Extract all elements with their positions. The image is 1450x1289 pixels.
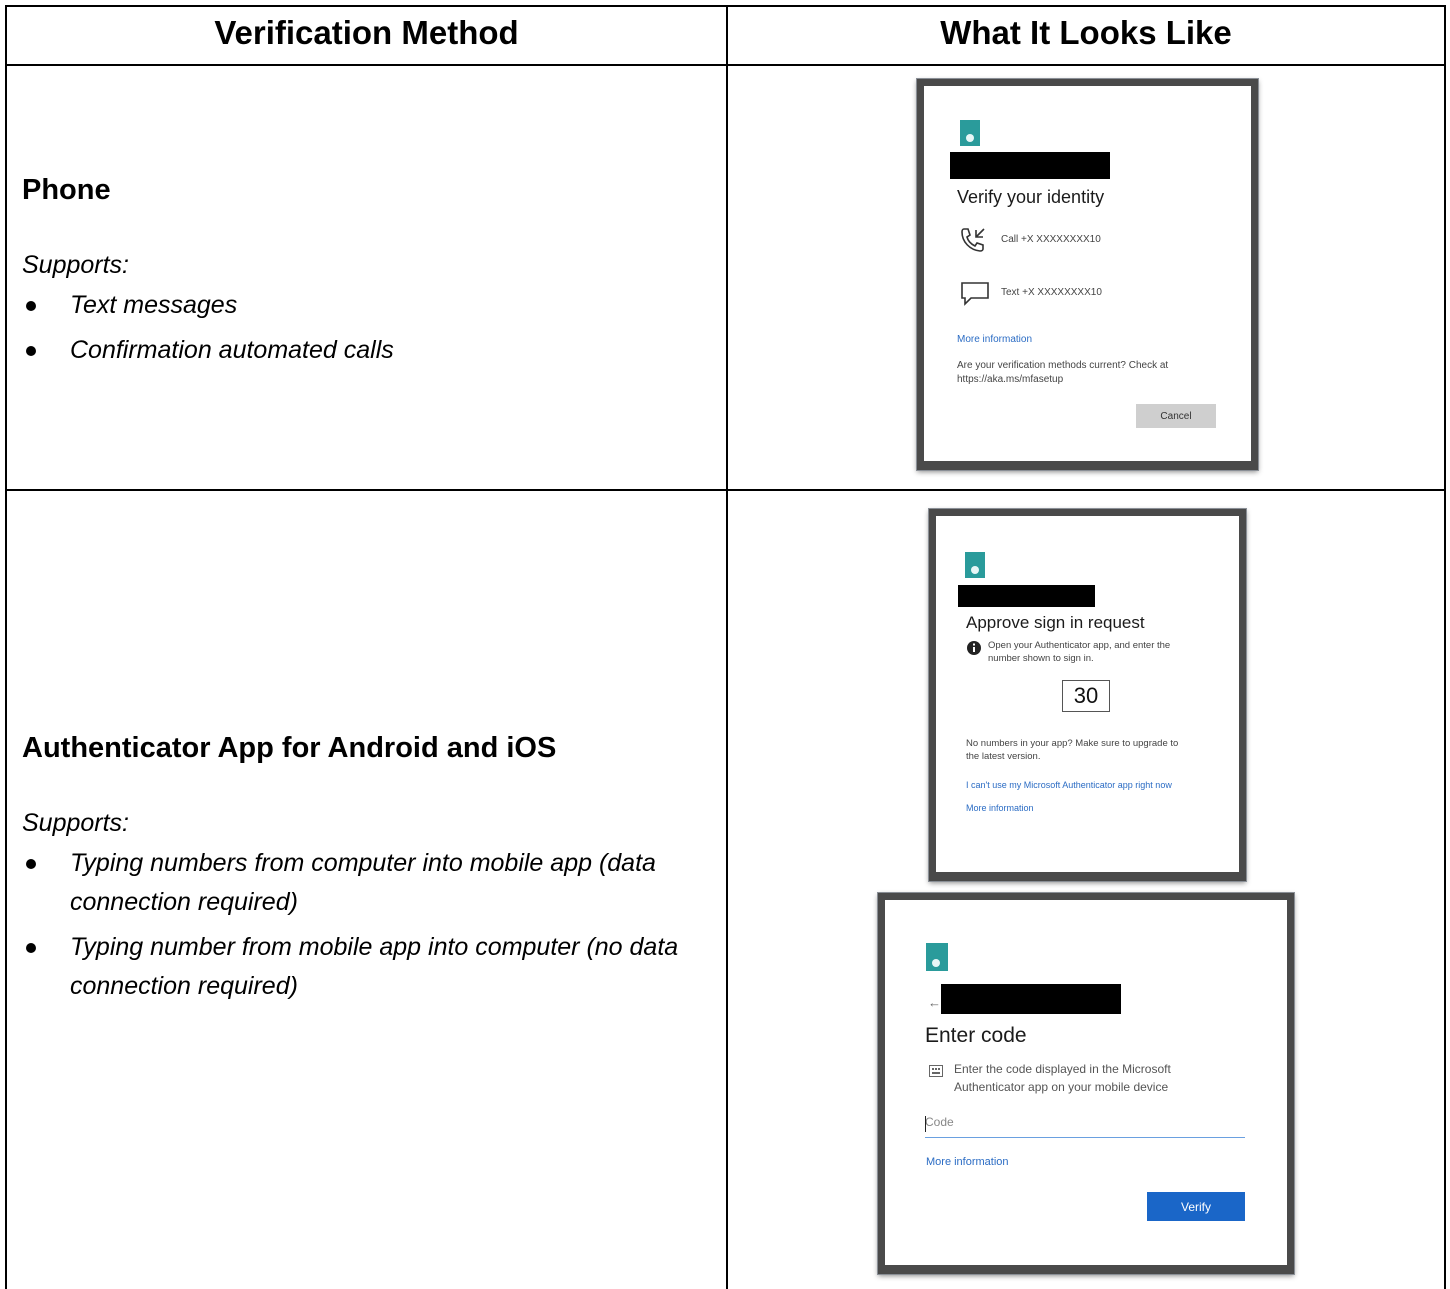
redacted-account-bar — [958, 585, 1095, 607]
mfasetup-url: https://aka.ms/mfasetup — [957, 374, 1064, 385]
list-item: Text messages — [22, 286, 712, 325]
back-arrow-icon[interactable]: ← — [928, 995, 941, 1010]
methods-current-text: Are your verification methods current? C… — [957, 360, 1169, 371]
supports-label: Supports: — [22, 251, 130, 279]
dialog-title: Verify your identity — [957, 187, 1105, 207]
instruction-line-1: Enter the code displayed in the Microsof… — [954, 1062, 1171, 1076]
redacted-account-bar — [950, 152, 1110, 179]
table-column-divider — [726, 5, 728, 1289]
phone-call-icon — [961, 228, 985, 252]
authenticator-method-cell: Authenticator App for Android and iOS Su… — [22, 732, 712, 1006]
cant-use-authenticator-link[interactable]: I can't use my Microsoft Authenticator a… — [966, 780, 1172, 790]
upgrade-line-2: the latest version. — [966, 751, 1041, 762]
org-logo-icon — [926, 943, 948, 971]
text-message-icon — [961, 282, 989, 306]
more-information-link[interactable]: More information — [926, 1156, 1009, 1168]
verify-button[interactable]: Verify — [1147, 1192, 1245, 1221]
upgrade-line-1: No numbers in your app? Make sure to upg… — [966, 738, 1179, 749]
call-option[interactable]: Call +X XXXXXXXX10 — [1001, 234, 1101, 245]
more-information-link[interactable]: More information — [957, 334, 1032, 345]
instruction-line-2: Authenticator app on your mobile device — [954, 1080, 1169, 1094]
table-border-left — [5, 5, 7, 1289]
list-item: Typing number from mobile app into compu… — [22, 928, 712, 1006]
bullet-icon — [26, 943, 36, 953]
supports-label: Supports: — [22, 809, 130, 837]
keypad-icon — [929, 1065, 943, 1077]
org-logo-icon — [965, 552, 985, 578]
method-title: Authenticator App for Android and iOS — [22, 732, 557, 764]
bullet-icon — [26, 859, 36, 869]
bullet-icon — [26, 301, 36, 311]
supports-list: Text messages Confirmation automated cal… — [22, 286, 712, 370]
phone-verify-screenshot: Verify your identity Call +X XXXXXXXX10 … — [917, 79, 1258, 470]
method-title: Phone — [22, 174, 111, 206]
phone-method-cell: Phone Supports: Text messages Confirmati… — [22, 174, 712, 370]
instruction-line-2: number shown to sign in. — [988, 653, 1094, 664]
info-icon — [967, 641, 981, 655]
supports-list: Typing numbers from computer into mobile… — [22, 844, 712, 1006]
table-border-right — [1444, 5, 1446, 1289]
list-item: Typing numbers from computer into mobile… — [22, 844, 712, 922]
sign-in-number: 30 — [1062, 680, 1110, 712]
text-caret — [925, 1116, 926, 1132]
cancel-button[interactable]: Cancel — [1136, 404, 1216, 428]
text-option[interactable]: Text +X XXXXXXXX10 — [1001, 287, 1102, 298]
approve-sign-in-screenshot: Approve sign in request Open your Authen… — [929, 509, 1246, 881]
list-item: Confirmation automated calls — [22, 331, 712, 370]
redacted-account-bar — [941, 984, 1121, 1014]
header-what-it-looks-like: What It Looks Like — [940, 14, 1232, 51]
enter-code-screenshot: ← Enter code Enter the code displayed in… — [878, 893, 1294, 1274]
dialog-title: Enter code — [925, 1024, 1027, 1047]
org-logo-icon — [960, 120, 980, 146]
instruction-line-1: Open your Authenticator app, and enter t… — [988, 640, 1171, 651]
code-input[interactable]: Code — [925, 1115, 1245, 1138]
more-information-link[interactable]: More information — [966, 803, 1034, 813]
table-row-divider — [5, 489, 1446, 491]
dialog-title: Approve sign in request — [966, 613, 1145, 632]
header-verification-method: Verification Method — [214, 14, 519, 51]
bullet-icon — [26, 346, 36, 356]
